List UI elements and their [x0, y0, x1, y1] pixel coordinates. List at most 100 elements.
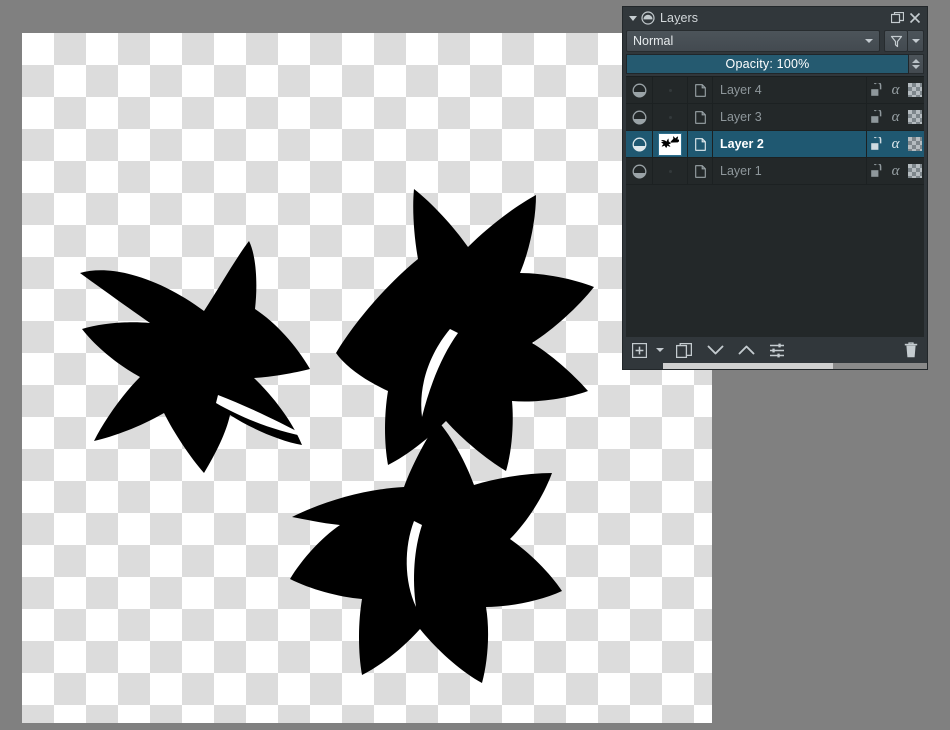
- layers-icon: [639, 7, 657, 29]
- layer-glyph-icon: [695, 84, 706, 97]
- layer-visibility-toggle[interactable]: [626, 158, 653, 184]
- padlock-open-icon[interactable]: [870, 137, 883, 151]
- application-window: Layers Normal: [0, 0, 950, 730]
- strip-left: [623, 363, 663, 369]
- layer-alpha-inherit-toggle[interactable]: [905, 131, 924, 157]
- panel-title: Layers: [660, 11, 698, 25]
- alpha-symbol-icon: α: [892, 110, 900, 125]
- padlock-open-icon[interactable]: [870, 83, 883, 97]
- dock-bottom-scroll-strip[interactable]: [623, 363, 927, 369]
- layer-lock-toggle[interactable]: [866, 104, 886, 130]
- eye-icon: [632, 110, 647, 125]
- empty-thumbnail-dot: [669, 89, 672, 92]
- layer-row[interactable]: Layer 4 α: [626, 77, 924, 104]
- layer-thumbnail-image: [658, 133, 682, 156]
- layer-thumbnail: [653, 77, 688, 103]
- alpha-checker-icon: [908, 83, 922, 97]
- empty-thumbnail-dot: [669, 170, 672, 173]
- layer-glyph-icon: [695, 138, 706, 151]
- chevron-down-icon: [656, 348, 664, 352]
- funnel-filter-icon: [890, 35, 903, 48]
- layer-visibility-toggle[interactable]: [626, 131, 653, 157]
- blend-mode-row: Normal: [626, 30, 924, 52]
- add-layer-icon: [632, 343, 647, 358]
- layer-thumbnail-artwork: [659, 134, 679, 153]
- strip-track: [833, 363, 927, 369]
- layer-alpha-toggle[interactable]: α: [886, 77, 905, 103]
- layer-alpha-toggle[interactable]: α: [886, 158, 905, 184]
- chevron-down-icon: [629, 16, 637, 21]
- layer-lock-toggle[interactable]: [866, 77, 886, 103]
- eye-icon: [632, 83, 647, 98]
- chevron-down-icon: [912, 39, 920, 43]
- alpha-symbol-icon: α: [892, 83, 900, 98]
- sliders-properties-icon: [769, 343, 785, 358]
- layer-properties-button[interactable]: [767, 339, 787, 361]
- layer-alpha-inherit-toggle[interactable]: [905, 104, 924, 130]
- layer-name[interactable]: Layer 3: [713, 110, 866, 124]
- layer-type-glyph: [688, 77, 713, 103]
- layer-lock-toggle[interactable]: [866, 158, 886, 184]
- padlock-open-icon[interactable]: [870, 110, 883, 124]
- float-window-icon: [891, 12, 904, 24]
- spinner-down-icon[interactable]: [912, 65, 920, 69]
- alpha-symbol-icon: α: [892, 137, 900, 152]
- horizontal-scrollbar-thumb[interactable]: [663, 363, 833, 369]
- close-icon: [909, 12, 921, 24]
- chevron-down-icon: [707, 344, 724, 356]
- move-layer-down-button[interactable]: [705, 339, 725, 361]
- layer-row[interactable]: Layer 2 α: [626, 131, 924, 158]
- alpha-symbol-icon: α: [892, 164, 900, 179]
- layer-alpha-inherit-toggle[interactable]: [905, 158, 924, 184]
- opacity-value-label: Opacity: 100%: [627, 55, 908, 73]
- alpha-checker-icon: [908, 164, 922, 178]
- layer-visibility-toggle[interactable]: [626, 104, 653, 130]
- layer-glyph-icon: [695, 165, 706, 178]
- layer-visibility-toggle[interactable]: [626, 77, 653, 103]
- layer-alpha-inherit-toggle[interactable]: [905, 77, 924, 103]
- layer-filter-dropdown[interactable]: [908, 30, 924, 52]
- layer-name[interactable]: Layer 1: [713, 164, 866, 178]
- duplicate-layer-button[interactable]: [674, 339, 694, 361]
- layer-name[interactable]: Layer 4: [713, 83, 866, 97]
- blend-mode-value: Normal: [627, 34, 859, 48]
- opacity-spinner[interactable]: [909, 54, 924, 74]
- chevron-up-icon: [738, 344, 755, 356]
- layer-alpha-toggle[interactable]: α: [886, 104, 905, 130]
- float-window-button[interactable]: [889, 9, 906, 27]
- layer-thumbnail: [653, 104, 688, 130]
- alpha-checker-icon: [908, 110, 922, 124]
- layer-list[interactable]: Layer 4 α Layer 3 α Layer 2 α Layer 1 α: [626, 76, 924, 337]
- add-layer-button[interactable]: [629, 339, 649, 361]
- layer-glyph-icon: [695, 111, 706, 124]
- spinner-up-icon[interactable]: [912, 59, 920, 63]
- close-panel-button[interactable]: [906, 9, 923, 27]
- move-layer-up-button[interactable]: [736, 339, 756, 361]
- canvas-artwork: [22, 33, 712, 723]
- layer-type-glyph: [688, 131, 713, 157]
- trash-delete-icon: [904, 342, 918, 358]
- delete-layer-button[interactable]: [901, 339, 921, 361]
- layer-filter-button[interactable]: [884, 30, 908, 52]
- padlock-open-icon[interactable]: [870, 164, 883, 178]
- add-layer-dropdown-button[interactable]: [654, 339, 664, 361]
- opacity-slider[interactable]: Opacity: 100%: [626, 54, 909, 74]
- layer-name[interactable]: Layer 2: [713, 137, 866, 151]
- layer-thumbnail: [653, 158, 688, 184]
- collapse-panel-button[interactable]: [626, 7, 639, 29]
- layers-panel-titlebar: Layers: [623, 7, 927, 29]
- blend-mode-dropdown-arrow[interactable]: [859, 39, 879, 43]
- opacity-row: Opacity: 100%: [626, 54, 924, 74]
- blend-mode-select[interactable]: Normal: [626, 30, 880, 52]
- image-canvas[interactable]: [22, 33, 712, 723]
- chevron-down-icon: [865, 39, 873, 43]
- layer-alpha-toggle[interactable]: α: [886, 131, 905, 157]
- duplicate-layer-icon: [676, 343, 692, 358]
- layer-row[interactable]: Layer 1 α: [626, 158, 924, 185]
- layer-lock-toggle[interactable]: [866, 131, 886, 157]
- layers-toolbar: [623, 337, 927, 363]
- alpha-checker-icon: [908, 137, 922, 151]
- layer-type-glyph: [688, 104, 713, 130]
- layer-row[interactable]: Layer 3 α: [626, 104, 924, 131]
- panel-title-mnemonic: y: [674, 11, 680, 25]
